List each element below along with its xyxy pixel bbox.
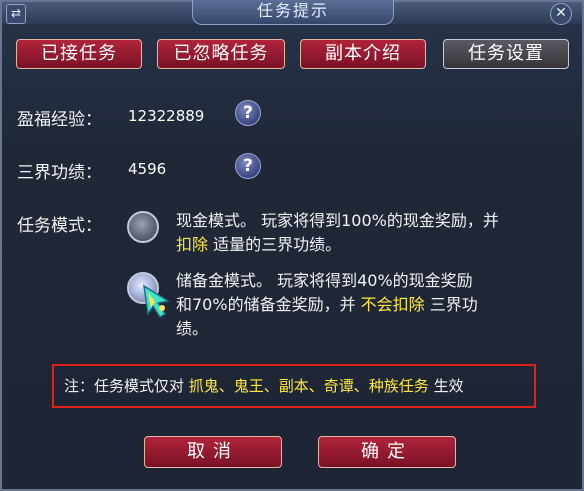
help-icon[interactable]: ?	[235, 153, 261, 179]
exp-value: 12322889	[128, 107, 205, 125]
cash-mode-description: 现金模式。 玩家将得到100%的现金奖励，并 扣除 适量的三界功绩。	[176, 209, 576, 257]
merit-label: 三界功绩：	[17, 163, 102, 183]
cash-mode-line1: 现金模式。 玩家将得到100%的现金奖励，并	[176, 211, 499, 230]
cancel-button[interactable]: 取消	[144, 436, 282, 468]
tab-ignored-tasks[interactable]: 已忽略任务	[157, 39, 285, 69]
cash-mode-radio[interactable]	[127, 211, 159, 243]
reserve-mode-line2-text: 和70%的储备金奖励，并	[176, 295, 361, 314]
reserve-mode-description: 储备金模式。 玩家将得到40%的现金奖励 和70%的储备金奖励，并 不会扣除 三…	[176, 269, 576, 341]
reserve-mode-line1: 储备金模式。 玩家将得到40%的现金奖励	[176, 271, 473, 290]
help-icon[interactable]: ?	[235, 100, 261, 126]
reserve-mode-line2: 和70%的储备金奖励，并 不会扣除 三界功	[176, 293, 576, 317]
swap-icon[interactable]: ⇄	[6, 4, 26, 24]
mode-label: 任务模式：	[17, 216, 102, 236]
title-bar: ⇄ 任务提示 ✕	[2, 0, 582, 25]
merit-value: 4596	[128, 160, 167, 178]
cash-mode-line2-text: 适量的三界功绩。	[208, 235, 342, 254]
close-icon[interactable]: ✕	[550, 3, 572, 25]
confirm-button[interactable]: 确定	[318, 436, 456, 468]
tab-accepted-tasks[interactable]: 已接任务	[16, 39, 142, 69]
pointer-cursor-icon	[143, 284, 170, 319]
reserve-mode-line3: 绩。	[176, 319, 209, 338]
exp-label: 盈福经验：	[17, 110, 102, 130]
note-prefix: 注：任务模式仅对	[64, 377, 189, 395]
tab-dungeon-intro[interactable]: 副本介绍	[300, 39, 426, 69]
tab-task-settings[interactable]: 任务设置	[443, 39, 569, 69]
cash-mode-highlight: 扣除	[176, 235, 209, 254]
mode-note: 注：任务模式仅对 抓鬼、鬼王、副本、奇谭、种族任务 生效	[52, 364, 536, 408]
reserve-mode-line2-end: 三界功	[424, 295, 478, 314]
task-dialog: ⇄ 任务提示 ✕ 已接任务 已忽略任务 副本介绍 任务设置 盈福经验： 1232…	[0, 0, 584, 491]
reserve-mode-highlight: 不会扣除	[360, 295, 425, 314]
note-highlight: 抓鬼、鬼王、副本、奇谭、种族任务	[188, 377, 429, 395]
window-title: 任务提示	[192, 0, 394, 25]
cash-mode-line2: 扣除 适量的三界功绩。	[176, 233, 576, 257]
note-suffix: 生效	[428, 377, 464, 395]
